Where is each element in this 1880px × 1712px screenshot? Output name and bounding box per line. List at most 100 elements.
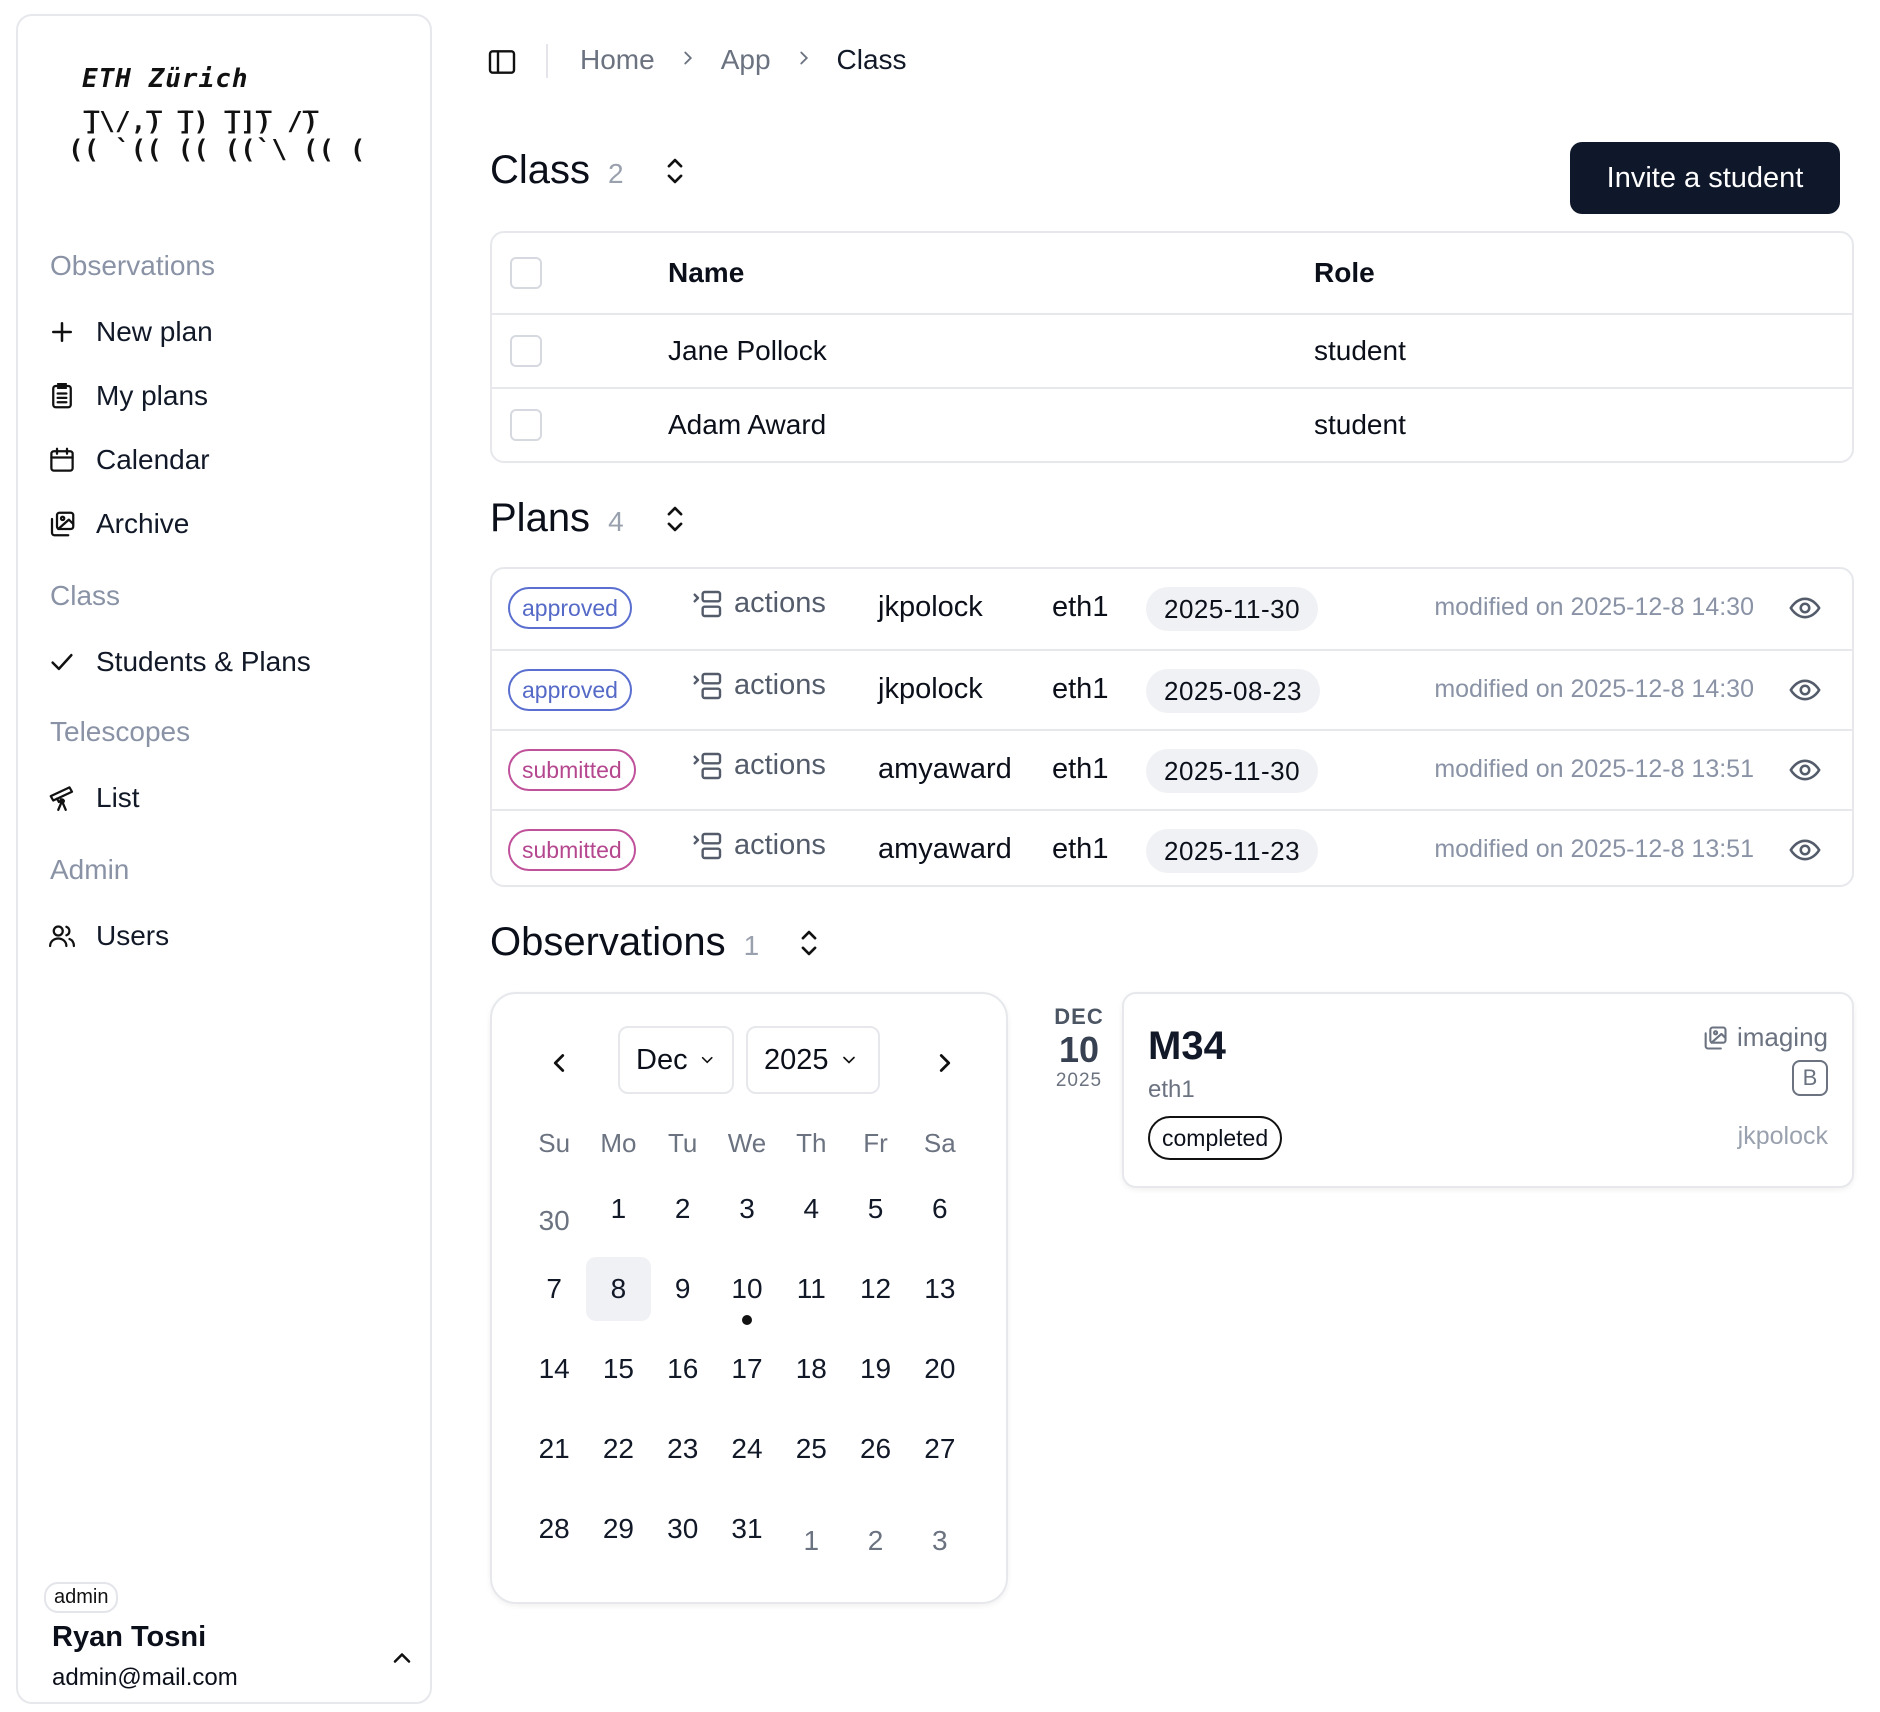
calendar-day[interactable]: 28 [522, 1497, 586, 1561]
calendar-day[interactable]: 23 [651, 1417, 715, 1481]
eye-icon[interactable] [1788, 833, 1822, 867]
plan-date: 2025-11-30 [1146, 749, 1319, 793]
calendar-day[interactable]: 7 [522, 1257, 586, 1321]
chevrons-up-down-icon[interactable] [660, 502, 690, 536]
plan-row[interactable]: approved actions jkpolock eth1 2025-08-2… [492, 649, 1852, 729]
calendar-day[interactable]: 1 [586, 1177, 650, 1241]
calendar-day[interactable]: 2 [651, 1177, 715, 1241]
calendar-day[interactable]: 30 [522, 1177, 586, 1241]
sidebar-item-new-plan[interactable]: New plan [46, 308, 213, 356]
row-checkbox[interactable] [510, 335, 542, 367]
sidebar-item-students-plans[interactable]: Students & Plans [46, 638, 311, 686]
sidebar-item-users[interactable]: Users [46, 912, 169, 960]
calendar-day[interactable]: 13 [908, 1257, 972, 1321]
calendar-day[interactable]: 3 [908, 1497, 972, 1561]
plan-date: 2025-11-30 [1146, 587, 1319, 631]
calendar-day[interactable]: 30 [651, 1497, 715, 1561]
eye-icon[interactable] [1788, 753, 1822, 787]
actions-label: actions [734, 587, 826, 619]
user-menu[interactable]: admin Ryan Tosni admin@mail.com [44, 1582, 424, 1692]
chevron-right-icon[interactable] [930, 1048, 960, 1078]
actions-label: actions [734, 669, 826, 701]
calendar-day[interactable]: 31 [715, 1497, 779, 1561]
plan-row[interactable]: approved actions jkpolock eth1 2025-11-3… [492, 569, 1852, 649]
observation-date-day: 10 [1058, 1029, 1100, 1070]
calendar-day[interactable]: 29 [586, 1497, 650, 1561]
plan-modified: modified on 2025-12-8 13:51 [1434, 755, 1754, 783]
breadcrumb-home[interactable]: Home [580, 44, 655, 76]
calendar: Dec 2025 Su Mo Tu We Th Fr Sa 30 1 2 3 4… [490, 992, 1008, 1604]
calendar-day[interactable]: 6 [908, 1177, 972, 1241]
column-header-name[interactable]: Name [668, 257, 744, 289]
logo[interactable]: ETH Zürich ̅]\/,̅) ̅]) ̅]]̅) /̅) (( `(( … [68, 64, 365, 164]
calendar-day[interactable]: 21 [522, 1417, 586, 1481]
eye-icon[interactable] [1788, 591, 1822, 625]
observation-card[interactable]: M34 eth1 completed imaging B jkpolock [1122, 992, 1854, 1188]
nav-section-observations: Observations [50, 250, 215, 281]
table-row[interactable]: Adam Award student [492, 387, 1852, 461]
table-row[interactable]: Jane Pollock student [492, 313, 1852, 387]
calendar-day-with-event[interactable]: 10 [715, 1257, 779, 1325]
calendar-day[interactable]: 24 [715, 1417, 779, 1481]
weekday-label: Sa [923, 1128, 956, 1158]
sidebar-item-calendar[interactable]: Calendar [46, 436, 210, 484]
calendar-day[interactable]: 22 [586, 1417, 650, 1481]
sidebar-item-telescope-list[interactable]: List [46, 774, 140, 822]
calendar-day[interactable]: 20 [908, 1337, 972, 1401]
calendar-day[interactable]: 18 [779, 1337, 843, 1401]
chevrons-up-down-icon[interactable] [660, 154, 690, 188]
calendar-day[interactable]: 9 [651, 1257, 715, 1321]
calendar-day[interactable]: 12 [843, 1257, 907, 1321]
sidebar-toggle-icon[interactable] [486, 46, 518, 78]
calendar-day[interactable]: 19 [843, 1337, 907, 1401]
chevron-up-icon[interactable] [388, 1644, 416, 1672]
year-select[interactable]: 2025 [746, 1026, 880, 1094]
column-header-role[interactable]: Role [1314, 257, 1375, 289]
plan-telescope: eth1 [1052, 591, 1109, 623]
plan-row[interactable]: submitted actions amyaward eth1 2025-11-… [492, 729, 1852, 809]
plus-icon [46, 316, 78, 348]
actions-link[interactable]: actions [692, 669, 826, 702]
actions-link[interactable]: actions [692, 587, 826, 620]
status-badge: approved [508, 669, 632, 711]
calendar-day[interactable]: 26 [843, 1417, 907, 1481]
sidebar: ETH Zürich ̅]\/,̅) ̅]) ̅]]̅) /̅) (( `(( … [16, 14, 432, 1704]
actions-link[interactable]: actions [692, 829, 826, 862]
month-select[interactable]: Dec [618, 1026, 734, 1094]
calendar-day[interactable]: 1 [779, 1497, 843, 1561]
status-badge: approved [508, 587, 632, 629]
sidebar-item-label: New plan [96, 316, 213, 347]
calendar-day[interactable]: 25 [779, 1417, 843, 1481]
calendar-day[interactable]: 11 [779, 1257, 843, 1321]
calendar-grid: Su Mo Tu We Th Fr Sa 30 1 2 3 4 5 6 7 8 … [522, 1128, 972, 1577]
breadcrumb: Home App Class [580, 44, 907, 76]
calendar-day[interactable]: 15 [586, 1337, 650, 1401]
calendar-day-today[interactable]: 8 [586, 1257, 651, 1321]
chevrons-up-down-icon[interactable] [794, 926, 824, 960]
breadcrumb-app[interactable]: App [721, 44, 771, 76]
calendar-day[interactable]: 14 [522, 1337, 586, 1401]
calendar-day[interactable]: 4 [779, 1177, 843, 1241]
weekday-label: Mo [600, 1128, 637, 1158]
sidebar-item-label: List [96, 782, 140, 813]
observations-section-title: Observations 1 [490, 920, 759, 965]
calendar-day[interactable]: 5 [843, 1177, 907, 1241]
calendar-day[interactable]: 2 [843, 1497, 907, 1561]
weekday-header: Su Mo Tu We Th Fr Sa [522, 1128, 972, 1159]
calendar-day[interactable]: 27 [908, 1417, 972, 1481]
actions-link[interactable]: actions [692, 749, 826, 782]
calendar-day[interactable]: 3 [715, 1177, 779, 1241]
plan-row[interactable]: submitted actions amyaward eth1 2025-11-… [492, 809, 1852, 889]
images-icon [46, 508, 78, 540]
row-checkbox[interactable] [510, 409, 542, 441]
calendar-day[interactable]: 16 [651, 1337, 715, 1401]
eye-icon[interactable] [1788, 673, 1822, 707]
calendar-day[interactable]: 17 [715, 1337, 779, 1401]
observation-status-badge: completed [1148, 1116, 1283, 1160]
invite-student-button[interactable]: Invite a student [1570, 142, 1840, 214]
select-all-checkbox[interactable] [510, 257, 542, 289]
sidebar-item-archive[interactable]: Archive [46, 500, 189, 548]
chevron-left-icon[interactable] [544, 1048, 574, 1078]
sidebar-item-my-plans[interactable]: My plans [46, 372, 208, 420]
chevron-down-icon [842, 1056, 855, 1064]
